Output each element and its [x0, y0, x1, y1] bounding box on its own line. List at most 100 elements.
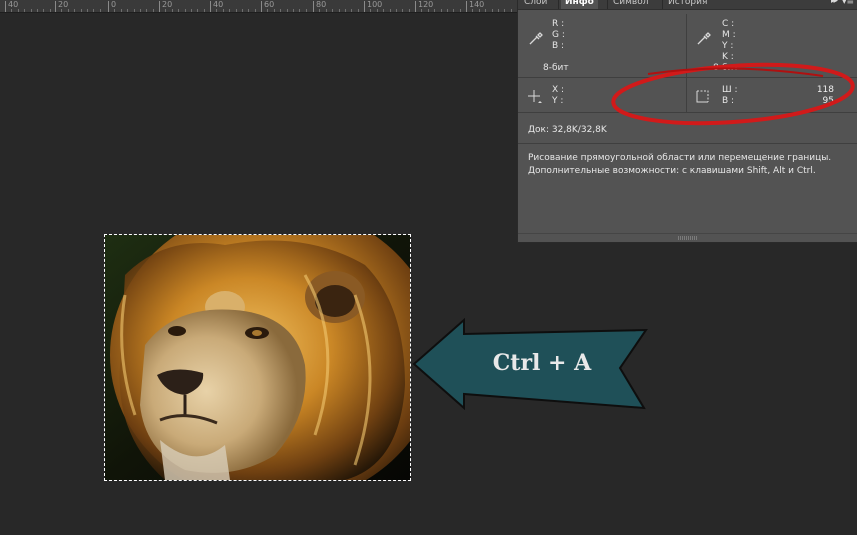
ruler-minor-tick	[472, 9, 474, 12]
ruler-minor-tick	[11, 9, 13, 12]
ruler-tick-label: 60	[264, 0, 275, 9]
ruler-minor-tick	[338, 9, 340, 12]
ruler-minor-tick	[396, 9, 397, 12]
ruler-minor-tick	[459, 9, 461, 12]
ruler-minor-tick	[61, 9, 63, 12]
ruler-minor-tick	[99, 9, 101, 12]
ruler-tick-label: 120	[418, 0, 434, 9]
ruler-minor-tick	[146, 9, 148, 12]
ruler-minor-tick	[440, 9, 442, 12]
crosshair-icon	[528, 90, 542, 103]
bit-depth-left: 8-бит	[543, 63, 569, 73]
ruler-major-tick	[5, 1, 6, 12]
ruler-minor-tick	[389, 9, 391, 12]
ruler-tick-label: 80	[316, 0, 327, 9]
tab-separator	[662, 0, 663, 9]
panel-menu-icon[interactable]: ▾≡	[842, 0, 854, 7]
ruler-minor-tick	[402, 9, 404, 12]
g-label: G :	[552, 30, 565, 40]
ruler-minor-tick	[43, 9, 45, 12]
ruler-minor-tick	[305, 9, 307, 12]
ruler-minor-tick	[120, 9, 122, 12]
ruler-minor-tick	[293, 9, 294, 12]
ruler-minor-tick	[178, 9, 180, 12]
tab-character[interactable]: Символ	[609, 0, 653, 9]
ruler-major-tick	[261, 1, 262, 12]
ruler-minor-tick	[17, 9, 19, 12]
ruler-minor-tick	[67, 9, 69, 12]
ruler-minor-tick	[254, 9, 256, 12]
tab-separator	[607, 0, 608, 9]
ruler-minor-tick	[325, 9, 327, 12]
ruler-minor-tick	[127, 9, 129, 12]
resize-grip[interactable]	[678, 236, 698, 240]
ruler-minor-tick	[171, 9, 173, 12]
ruler-minor-tick	[74, 9, 76, 12]
tab-info[interactable]: Инфо	[561, 0, 598, 9]
ruler-minor-tick	[216, 9, 218, 12]
ruler-tick-label: 100	[367, 0, 383, 9]
eyedropper-icon	[697, 32, 711, 45]
ruler-minor-tick	[114, 9, 116, 12]
ruler-minor-tick	[383, 9, 385, 12]
ruler-tick-label: 140	[469, 0, 485, 9]
ruler-minor-tick	[235, 9, 237, 12]
ruler-tick-label: 20	[162, 0, 173, 9]
ruler-minor-tick	[485, 9, 487, 12]
ruler-minor-tick	[93, 9, 95, 12]
tab-history[interactable]: История	[664, 0, 711, 9]
ruler-minor-tick	[453, 9, 455, 12]
ruler-minor-tick	[267, 9, 269, 12]
ruler-minor-tick	[504, 9, 506, 12]
ruler-minor-tick	[351, 9, 353, 12]
ruler-minor-tick	[510, 9, 512, 12]
lion-image	[105, 235, 410, 480]
ruler-minor-tick	[37, 9, 38, 12]
y-label: Y :	[722, 41, 734, 51]
ruler-major-tick	[159, 1, 160, 12]
ruler-minor-tick	[434, 9, 436, 12]
ruler-major-tick	[415, 1, 416, 12]
ruler-minor-tick	[421, 9, 423, 12]
horizontal-ruler[interactable]: 40 20 0 20 40 60 80 100 120 140	[0, 0, 520, 13]
ruler-tick-label: 40	[8, 0, 19, 9]
ruler-minor-tick	[427, 9, 429, 12]
ruler-minor-tick	[357, 9, 359, 12]
ruler-minor-tick	[280, 9, 282, 12]
tool-hint: Рисование прямоугольной области или пере…	[528, 152, 853, 178]
document-size: Док: 32,8K/32,8K	[528, 125, 607, 135]
collapse-arrows-icon[interactable]: ▸▸	[831, 0, 838, 6]
highlight-ellipse	[611, 62, 855, 126]
ruler-minor-tick	[165, 9, 167, 12]
ruler-minor-tick	[87, 9, 88, 12]
ruler-major-tick	[210, 1, 211, 12]
ruler-minor-tick	[273, 9, 275, 12]
ruler-minor-tick	[24, 9, 26, 12]
ruler-major-tick	[55, 1, 56, 12]
ruler-tick-label: 20	[58, 0, 69, 9]
y-coord-label: Y :	[552, 96, 564, 106]
ruler-minor-tick	[491, 9, 493, 12]
ruler-minor-tick	[498, 9, 499, 12]
ruler-major-tick	[466, 1, 467, 12]
ruler-minor-tick	[408, 9, 410, 12]
ruler-minor-tick	[30, 9, 32, 12]
ruler-minor-tick	[133, 9, 135, 12]
panel-bottom-border	[518, 233, 857, 234]
tab-layers[interactable]: Слои	[520, 0, 551, 9]
ruler-minor-tick	[49, 9, 51, 12]
ruler-minor-tick	[197, 9, 199, 12]
ruler-minor-tick	[248, 9, 250, 12]
ruler-minor-tick	[229, 9, 231, 12]
ruler-minor-tick	[140, 9, 141, 12]
ruler-minor-tick	[80, 9, 82, 12]
m-label: M :	[722, 30, 736, 40]
ruler-minor-tick	[478, 9, 480, 12]
ruler-tick-label: 40	[213, 0, 224, 9]
ruler-minor-tick	[222, 9, 224, 12]
ruler-minor-tick	[376, 9, 378, 12]
ruler-minor-tick	[191, 9, 192, 12]
x-label: X :	[552, 85, 565, 95]
r-label: R :	[552, 19, 565, 29]
lion-image-selection[interactable]	[104, 234, 411, 481]
